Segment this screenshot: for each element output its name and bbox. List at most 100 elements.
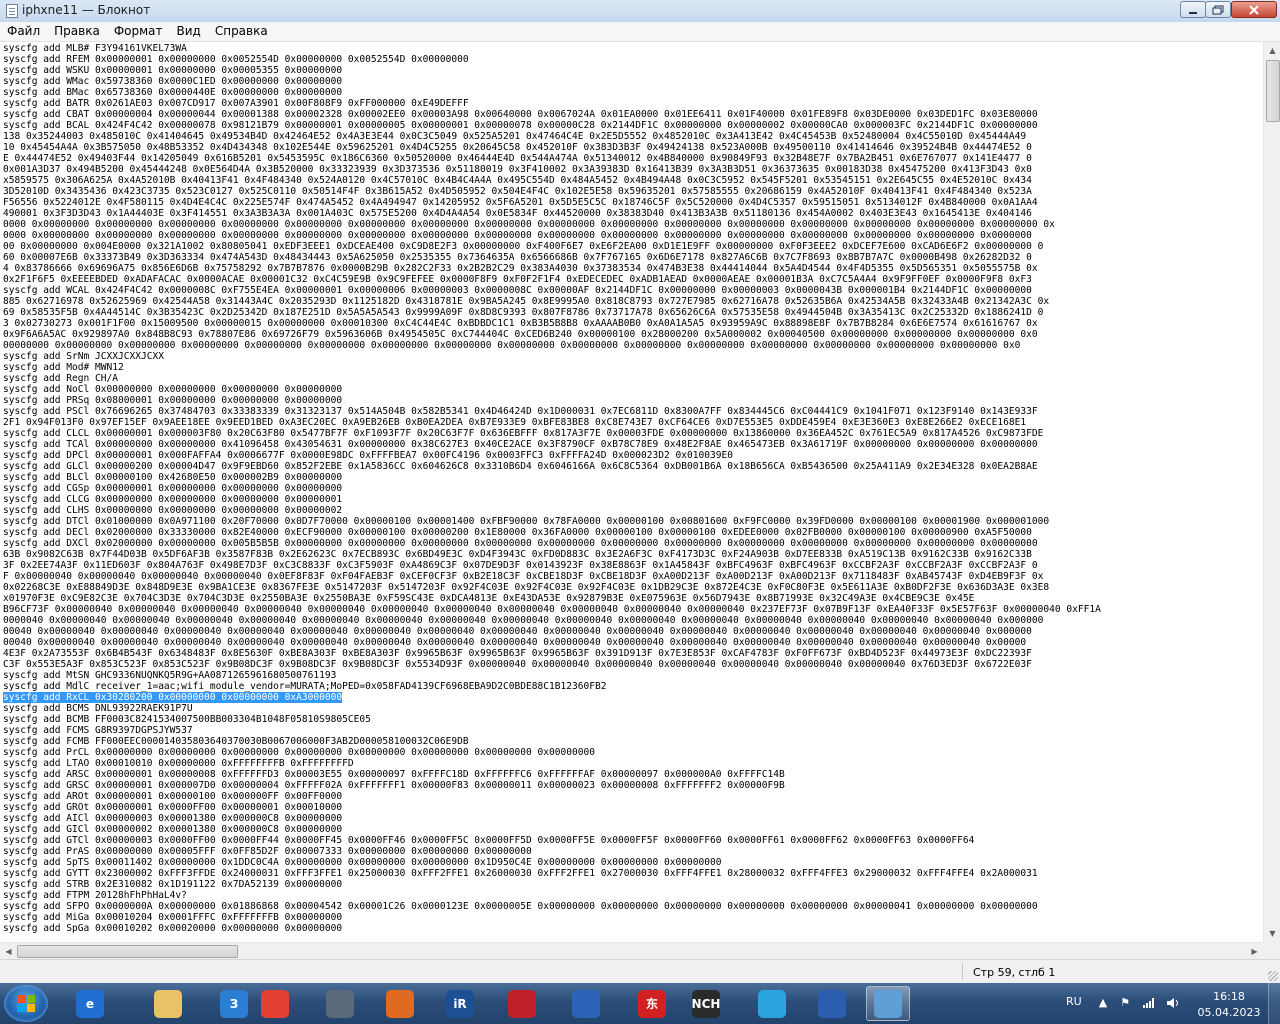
text-line[interactable]: syscfg add STRB 0x2E310082 0x1D191122 0x… — [3, 879, 1101, 890]
text-line[interactable]: 3D52010D 0x3435436 0x423C3735 0x523C0127… — [3, 186, 1101, 197]
text-line[interactable]: 00 0x00000000 0x004E0000 0x321A1002 0x80… — [3, 241, 1101, 252]
text-line[interactable]: syscfg add RFEM 0x00000001 0x00000000 0x… — [3, 54, 1101, 65]
text-editor[interactable]: syscfg add MLB# F3Y94161VKEL73WA syscfg a… — [0, 42, 1263, 942]
vertical-scroll-thumb[interactable] — [1266, 60, 1280, 122]
text-line[interactable]: syscfg add SpTS 0x00011402 0x00000000 0x… — [3, 857, 1101, 868]
text-line[interactable]: 3F 0x2EE74A3F 0x11ED603F 0x804A763F 0x49… — [3, 560, 1101, 571]
action-center-icon[interactable]: ⚑ — [1118, 997, 1132, 1009]
taskbar-app-chrome[interactable] — [253, 986, 297, 1021]
menu-help[interactable]: Справка — [208, 22, 275, 41]
menu-edit[interactable]: Правка — [47, 22, 107, 41]
text-line[interactable]: syscfg add ARSC 0x00000001 0x00000008 0x… — [3, 769, 1101, 780]
text-line[interactable]: syscfg add DTCl 0x01000000 0x0A971100 0x… — [3, 516, 1101, 527]
text-line[interactable]: syscfg add MiGa 0x00010204 0x0001FFFC 0x… — [3, 912, 1101, 923]
text-line[interactable]: 10 0x45454A4A 0x3B575050 0x48B53352 0x4D… — [3, 142, 1101, 153]
taskbar-app-app-7[interactable]: iR — [438, 986, 482, 1021]
text-line[interactable]: syscfg add GLCl 0x00000200 0x00004D47 0x… — [3, 461, 1101, 472]
text-line[interactable]: C3F 0x553E5A3F 0x853C523F 0x853C523F 0x9… — [3, 659, 1101, 670]
text-line[interactable]: 63B 0x9082C63B 0x7F44D03B 0x5DF6AF3B 0x3… — [3, 549, 1101, 560]
text-line[interactable]: syscfg add MLB# F3Y94161VKEL73WA — [3, 43, 1101, 54]
text-line[interactable]: syscfg add DPCl 0x00000001 0x000FAFFA4 0… — [3, 450, 1101, 461]
menu-view[interactable]: Вид — [170, 22, 208, 41]
text-line[interactable]: syscfg add TCAl 0x00000000 0x00000000 0x… — [3, 439, 1101, 450]
clock[interactable]: 16:18 05.04.2023 — [1196, 989, 1262, 1021]
text-line[interactable]: syscfg add WCAL 0x424F4C42 0x0000008C 0x… — [3, 285, 1101, 296]
scroll-left-button[interactable]: ◀ — [0, 943, 17, 960]
selected-text-line[interactable]: syscfg add RxCL 0x302B0200 0x00000000 0x… — [3, 692, 1101, 703]
text-line[interactable]: E 0x44474E52 0x49403F44 0x14205049 0x616… — [3, 153, 1101, 164]
text-line[interactable]: syscfg add GTCl 0x00000003 0x0000FF00 0x… — [3, 835, 1101, 846]
menu-format[interactable]: Формат — [107, 22, 170, 41]
taskbar-app-app-9[interactable] — [564, 986, 608, 1021]
text-line[interactable]: syscfg add BCMB FF0003C8241534007500BB00… — [3, 714, 1101, 725]
start-button[interactable] — [4, 985, 48, 1022]
taskbar-app-app-10[interactable]: 东 — [630, 986, 674, 1021]
volume-icon[interactable] — [1166, 997, 1180, 1009]
text-line[interactable]: 00000000 0x00000000 0x00000000 0x0000000… — [3, 340, 1101, 351]
text-line[interactable]: x5859575 0x306A625A 0x4A52010B 0x40413F4… — [3, 175, 1101, 186]
text-line[interactable]: syscfg add GYTT 0x23000002 0xFFF3FFDE 0x… — [3, 868, 1101, 879]
text-line[interactable]: syscfg add PSCl 0x76696265 0x37484703 0x… — [3, 406, 1101, 417]
text-line[interactable]: 4E3F 0x2A73553F 0x6B4B543F 0x6348483F 0x… — [3, 648, 1101, 659]
taskbar-app-app-3[interactable]: З — [212, 986, 256, 1021]
taskbar-app-app-13[interactable] — [810, 986, 854, 1021]
horizontal-scroll-thumb[interactable] — [17, 945, 238, 958]
taskbar-app-telegram[interactable] — [750, 986, 794, 1021]
text-line[interactable]: 138 0x35244003 0x485010C 0x41404645 0x49… — [3, 131, 1101, 142]
taskbar-app-app-5[interactable] — [318, 986, 362, 1021]
text-line[interactable]: syscfg add NoCl 0x00000000 0x00000000 0x… — [3, 384, 1101, 395]
text-line[interactable]: syscfg add FCMS G8R9397DGPSJYW537 — [3, 725, 1101, 736]
taskbar-app-ie[interactable]: e — [68, 986, 112, 1021]
text-line[interactable]: 00040 0x00000040 0x00000040 0x00000040 0… — [3, 637, 1101, 648]
text-line[interactable]: syscfg add GRSC 0x00000001 0x000007D0 0x… — [3, 780, 1101, 791]
text-line[interactable]: 490001 0x3F3D3D43 0x1A44403E 0x3F414551 … — [3, 208, 1101, 219]
text-line[interactable]: F 0x00000040 0x00000040 0x00000040 0x000… — [3, 571, 1101, 582]
title-bar[interactable]: iphxne11 — Блокнот — [0, 0, 1280, 23]
text-line[interactable]: syscfg add FTPM 20128hFhPhHaL4v? — [3, 890, 1101, 901]
text-line[interactable]: syscfg add SFPO 0x0000000A 0x00000000 0x… — [3, 901, 1101, 912]
taskbar-app-explorer[interactable] — [146, 986, 190, 1021]
horizontal-scrollbar[interactable]: ◀ ▶ — [0, 942, 1263, 959]
text-line[interactable]: syscfg add CLCL 0x00000001 0x000003F80 0… — [3, 428, 1101, 439]
menu-file[interactable]: Файл — [0, 22, 47, 41]
text-line[interactable]: 3 0x02730273 0x001F1F00 0x15009500 0x000… — [3, 318, 1101, 329]
text-line[interactable]: syscfg add PrAS 0x00000000 0x00005FFF 0x… — [3, 846, 1101, 857]
text-content[interactable]: syscfg add MLB# F3Y94161VKEL73WA syscfg a… — [3, 43, 1101, 934]
text-line[interactable]: syscfg add CLCG 0x00000000 0x00000000 0x… — [3, 494, 1101, 505]
text-line[interactable]: syscfg add BCAL 0x424F4C42 0x00000078 0x… — [3, 120, 1101, 131]
text-line[interactable]: 00040 0x00000040 0x00000040 0x00000040 0… — [3, 626, 1101, 637]
vertical-scrollbar[interactable]: ▲ ▼ — [1263, 42, 1280, 942]
text-line[interactable]: 0x001A3D37 0x494B5200 0x45444248 0x0E564… — [3, 164, 1101, 175]
text-line[interactable]: syscfg add BCMS DNL93922RAEK91P7U — [3, 703, 1101, 714]
text-line[interactable]: 0000 0x00000000 0x00000000 0x00000000 0x… — [3, 219, 1101, 230]
text-line[interactable]: 4 0x83786666 0x69696A75 0x856E6D6B 0x757… — [3, 263, 1101, 274]
minimize-button[interactable] — [1180, 1, 1206, 18]
text-line[interactable]: 69 0x58535F5B 0x4A44514C 0x3B35423C 0x2D… — [3, 307, 1101, 318]
text-line[interactable]: x01970F3E 0xC9E82C3E 0x704C3D3E 0x704C3D… — [3, 593, 1101, 604]
text-line[interactable]: syscfg add WMac 0x59738360 0x0000C1ED 0x… — [3, 76, 1101, 87]
text-line[interactable]: syscfg add MdlC receiver_1=aac;wifi_modu… — [3, 681, 1101, 692]
scroll-down-button[interactable]: ▼ — [1264, 925, 1280, 942]
text-line[interactable]: syscfg add AICl 0x00000003 0x00001380 0x… — [3, 813, 1101, 824]
text-line[interactable]: syscfg add MtSN GHC9336NUQNKQ5R9G+AA0871… — [3, 670, 1101, 681]
text-line[interactable]: syscfg add AROt 0x00000001 0x00000100 0x… — [3, 791, 1101, 802]
text-line[interactable]: 0x2F1F6F5 0xEEEEBDED 0xADAFACAC 0x0000AC… — [3, 274, 1101, 285]
text-line[interactable]: syscfg add SpGa 0x00010202 0x00020000 0x… — [3, 923, 1101, 934]
text-line[interactable]: B96CF73F 0x00000040 0x00000040 0x0000004… — [3, 604, 1101, 615]
text-line[interactable]: 0000 0x00000000 0x00000000 0x00000000 0x… — [3, 230, 1101, 241]
taskbar-app-app-6[interactable] — [378, 986, 422, 1021]
text-line[interactable]: 0x9F6A6A5AC 0x929897A0 0x848B8C93 0x7880… — [3, 329, 1101, 340]
text-line[interactable]: 2F1 0x94F013F0 0x97EF15EF 0x9AEE18EE 0x9… — [3, 417, 1101, 428]
text-line[interactable]: syscfg add FCMB FF000EEC0000140358036403… — [3, 736, 1101, 747]
text-line[interactable]: syscfg add GROt 0x00000001 0x0000FF00 0x… — [3, 802, 1101, 813]
text-line[interactable]: syscfg add CBAT 0x00000004 0x00000044 0x… — [3, 109, 1101, 120]
text-line[interactable]: F56556 0x5224012E 0x4F580115 0x4D4E4C4C … — [3, 197, 1101, 208]
text-line[interactable]: 885 0x62716978 0x52625969 0x42544A58 0x3… — [3, 296, 1101, 307]
text-line[interactable]: syscfg add Mod# MWN12 — [3, 362, 1101, 373]
taskbar-app-app-8[interactable] — [500, 986, 544, 1021]
text-line[interactable]: syscfg add Regn CH/A — [3, 373, 1101, 384]
text-line[interactable]: 60 0x00007E6B 0x33373B49 0x3D363334 0x47… — [3, 252, 1101, 263]
text-line[interactable]: 0000040 0x00000040 0x00000040 0x00000040… — [3, 615, 1101, 626]
scroll-right-button[interactable]: ▶ — [1246, 943, 1263, 960]
text-line[interactable]: 0x02268C3E 0xE88849D3E 0x848D9E3E 0x9BA1… — [3, 582, 1101, 593]
